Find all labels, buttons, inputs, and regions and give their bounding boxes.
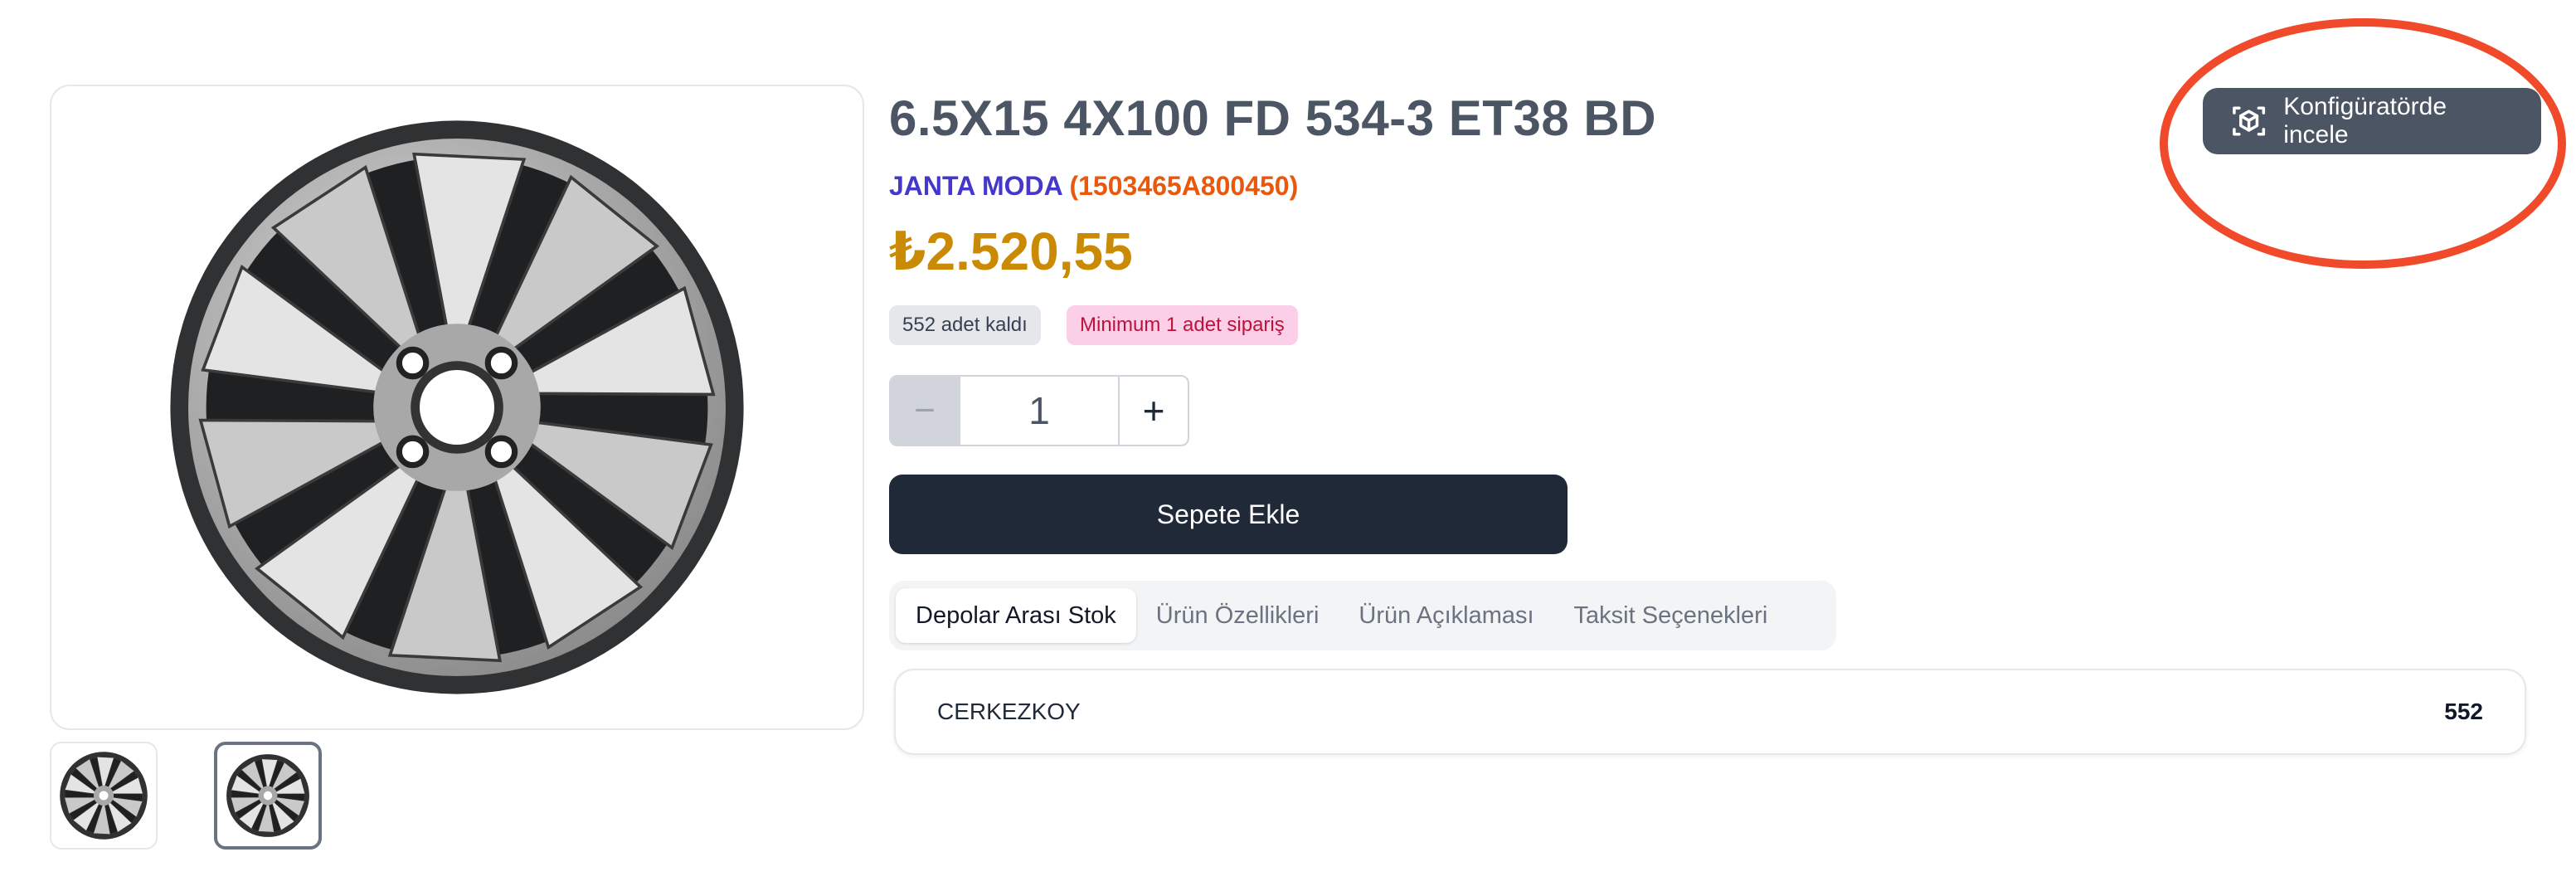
cube-icon — [2233, 106, 2266, 136]
brand-name[interactable]: JANTA MODA — [889, 171, 1062, 201]
product-sku: (1503465A800450) — [1069, 171, 1299, 201]
thumbnail-1[interactable] — [50, 742, 158, 850]
tab-product-description[interactable]: Ürün Açıklaması — [1339, 588, 1553, 643]
stock-badge: 552 adet kaldı — [889, 305, 1041, 345]
thumbnail-2-selected[interactable] — [214, 742, 322, 850]
tab-installment-options[interactable]: Taksit Seçenekleri — [1554, 588, 1788, 643]
product-tabs: Depolar Arası Stok Ürün Özellikleri Ürün… — [889, 581, 1836, 650]
tab-product-features[interactable]: Ürün Özellikleri — [1136, 588, 1339, 643]
warehouse-stock-count: 552 — [2444, 699, 2483, 724]
quantity-stepper: − 1 + — [889, 375, 1189, 446]
warehouse-name: CERKEZKOY — [937, 699, 1081, 724]
configurator-button[interactable]: Konfigüratörde incele — [2203, 88, 2541, 154]
wheel-thumbnail-icon — [60, 752, 148, 840]
add-to-cart-button[interactable]: Sepete Ekle — [889, 475, 1567, 554]
warehouse-stock-row: CERKEZKOY 552 — [894, 669, 2526, 755]
tab-warehouse-stock[interactable]: Depolar Arası Stok — [896, 588, 1136, 643]
increase-quantity-button[interactable]: + — [1120, 377, 1188, 445]
wheel-thumbnail-icon — [226, 754, 309, 837]
quantity-input[interactable]: 1 — [960, 377, 1120, 445]
product-main-image[interactable] — [50, 85, 864, 730]
wheel-image — [170, 120, 744, 694]
decrease-quantity-button[interactable]: − — [891, 377, 960, 445]
brand-line: JANTA MODA (1503465A800450) — [889, 171, 1298, 202]
minimum-order-badge: Minimum 1 adet sipariş — [1067, 305, 1298, 345]
product-price: ₺2.520,55 — [889, 222, 1133, 281]
configurator-button-label: Konfigüratörde incele — [2283, 93, 2447, 148]
product-title: 6.5X15 4X100 FD 534-3 ET38 BD — [889, 90, 1657, 146]
